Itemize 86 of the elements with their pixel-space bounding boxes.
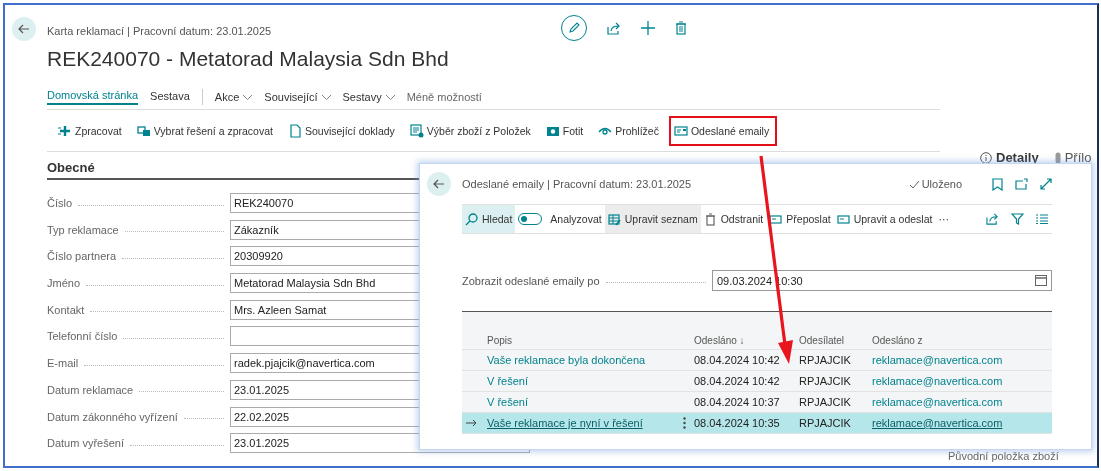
table-cell-text: 08.04.2024 10:35 (694, 417, 781, 429)
table-row[interactable]: V řešení 08.04.2024 10:42 RPJAJCIK reklamace@navertica.com (462, 371, 1052, 392)
action-button[interactable]: Odeslané emaily (668, 116, 778, 146)
plus-icon (58, 124, 72, 138)
panel-tab[interactable]: Detaily (980, 150, 1039, 165)
nav-menu[interactable]: Související (264, 91, 331, 103)
bookmark-icon[interactable] (992, 177, 1003, 191)
action-button[interactable]: Související doklady (282, 116, 403, 146)
table-cell-text: RPJAJCIK (799, 375, 852, 387)
toolbar-button[interactable]: Odstranit (700, 205, 767, 233)
field-label: Jméno (47, 277, 81, 290)
card-icon (769, 212, 783, 226)
table-link[interactable]: reklamace@navertica.com (872, 375, 1003, 387)
toolbar-button[interactable]: Upravit a odeslat (833, 205, 936, 233)
grid-edit-icon (607, 212, 621, 226)
saved-status: Uloženo (908, 178, 962, 190)
toolbar-button[interactable]: Upravit seznam (604, 205, 701, 233)
action-button[interactable]: Výběr zboží z Položek (404, 116, 539, 146)
table-link[interactable]: reklamace@navertica.com (872, 417, 1003, 429)
column-header[interactable]: Odesláno z (872, 335, 1052, 346)
action-button[interactable]: Vybrat řešení a zpracovat (131, 116, 281, 146)
table-cell-text: 08.04.2024 10:42 (694, 354, 781, 366)
list-icon (409, 124, 424, 138)
share-button[interactable] (607, 21, 621, 35)
nav-menu[interactable]: Akce (214, 91, 253, 103)
less-options-link[interactable]: Méně možností (406, 91, 482, 103)
column-header[interactable]: Odesílatel (799, 335, 872, 346)
field-label: Datum reklamace (47, 383, 134, 396)
table-cell-text: RPJAJCIK (799, 417, 852, 429)
add-button[interactable] (641, 21, 655, 35)
field-label: E-mail (47, 357, 79, 370)
list-icon[interactable] (1036, 214, 1048, 224)
column-header[interactable]: Popis (487, 335, 694, 346)
pencil-icon (568, 22, 580, 34)
toolbar-button[interactable]: ··· (935, 205, 952, 233)
more-icon[interactable] (683, 417, 686, 429)
field-label: Datum vyřešení (47, 437, 125, 450)
caret-icon (243, 94, 253, 100)
check-icon (908, 179, 920, 189)
nav-menu[interactable]: Sestavy (342, 91, 395, 103)
delete-button[interactable] (675, 21, 687, 35)
toolbar-button[interactable]: Hledat (462, 205, 516, 233)
field-label: Číslo (47, 197, 73, 209)
action-button[interactable]: Prohlížeč (593, 116, 667, 146)
trash-icon (703, 212, 717, 226)
table-link[interactable]: reklamace@navertica.com (872, 396, 1003, 408)
table-link[interactable]: reklamace@navertica.com (872, 354, 1003, 366)
paperclip-icon (1054, 151, 1061, 164)
table-cell-text: 08.04.2024 10:42 (694, 375, 781, 387)
table-cell-text: RPJAJCIK (799, 354, 852, 366)
field-label: Kontakt (47, 303, 85, 316)
field-label: Číslo partnera (47, 250, 117, 263)
search-icon (465, 212, 478, 226)
camera-icon (545, 124, 560, 138)
share-icon[interactable] (986, 213, 999, 225)
nav-tab[interactable]: Domovská stránka (47, 89, 139, 105)
breadcrumb: Karta reklamací | Pracovní datum: 23.01.2025 (47, 25, 273, 37)
action-button[interactable]: Fotit (540, 116, 592, 146)
back-button[interactable] (427, 172, 451, 196)
field-label: Typ reklamace (47, 223, 119, 236)
nav-tab[interactable]: Sestava (150, 90, 190, 104)
expand-icon[interactable] (1040, 177, 1052, 190)
document-icon (287, 124, 302, 138)
toolbar-button[interactable]: Přeposlat (766, 205, 834, 233)
calendar-icon[interactable] (1035, 275, 1047, 286)
table-row[interactable]: Vaše reklamace je nyní v řešení 08.04.2024 10:35 RPJAJCIK reklamace@navertica.com (462, 413, 1052, 434)
page-title: REK240070 - Metatorad Malaysia Sdn Bhd (47, 47, 450, 71)
card-icon (673, 124, 688, 138)
column-header[interactable]: Odesláno ↓ (694, 335, 799, 346)
field-label: Telefonní číslo (47, 330, 118, 343)
swap-icon (136, 124, 151, 138)
dialog-breadcrumb: Odeslané emaily | Pracovní datum: 23.01.2025 (462, 178, 693, 190)
table-cell-text: 08.04.2024 10:37 (694, 396, 781, 408)
caret-icon (321, 94, 331, 100)
filter-icon[interactable] (1011, 213, 1024, 225)
table-cell-text: RPJAJCIK (799, 396, 852, 408)
current-row-icon (466, 419, 477, 427)
card-icon (836, 212, 850, 226)
caret-icon (385, 94, 395, 100)
field-label: Datum zákonného vyřízení (47, 410, 178, 423)
back-button[interactable] (12, 17, 36, 41)
back-arrow-icon (433, 178, 445, 190)
back-arrow-icon (18, 23, 30, 35)
action-button[interactable]: Zpracovat (53, 116, 130, 146)
popout-icon[interactable] (1015, 177, 1028, 190)
info-icon (980, 151, 992, 164)
